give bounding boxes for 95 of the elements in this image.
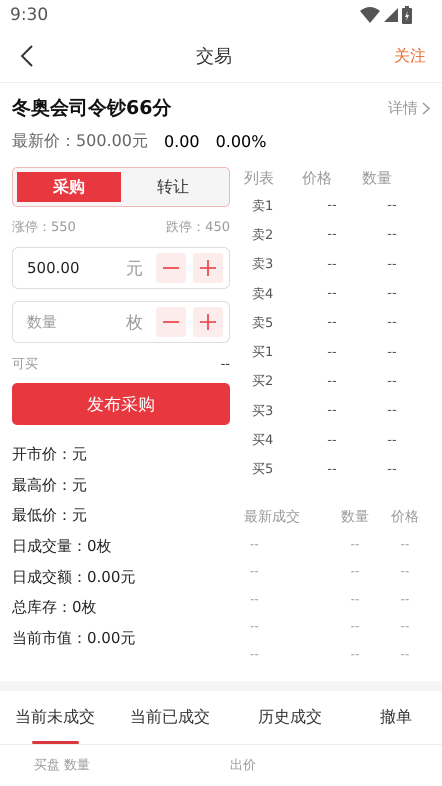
table-cell-text: -- bbox=[326, 286, 338, 302]
column-header: 价格 bbox=[302, 168, 333, 188]
column-header: 数量 bbox=[362, 168, 393, 188]
table-cell-text: -- bbox=[400, 536, 410, 551]
table-cell-text: -- bbox=[386, 432, 398, 448]
plus-icon bbox=[199, 313, 217, 331]
table-cell-text: -- bbox=[400, 619, 410, 634]
order-level: 卖3 bbox=[251, 256, 274, 274]
table-cell-text: -- bbox=[326, 374, 338, 389]
table-cell-text: -- bbox=[326, 227, 338, 242]
publish-button[interactable]: 发布采购 bbox=[12, 383, 230, 425]
limit-down-price: 跌停：450 bbox=[166, 219, 230, 236]
table-cell-text: -- bbox=[350, 564, 360, 578]
unit-label: 元 bbox=[126, 258, 143, 280]
tab[interactable]: 历史成交 bbox=[230, 691, 350, 744]
table-cell-text: -- bbox=[249, 619, 260, 634]
back-button[interactable] bbox=[20, 45, 34, 67]
order-level: 买5 bbox=[251, 461, 274, 478]
stat-text: 最低价：元 bbox=[12, 505, 88, 526]
table-cell-text: -- bbox=[249, 592, 260, 606]
table-cell-text: -- bbox=[326, 198, 338, 214]
quantity-input[interactable]: 数量 bbox=[25, 312, 126, 332]
table-cell-text: -- bbox=[249, 564, 260, 578]
order-level: 买1 bbox=[251, 344, 274, 362]
table-cell-text: -- bbox=[350, 619, 360, 634]
latest-price: 最新价：500.00元 bbox=[12, 130, 148, 152]
table-cell-text: -- bbox=[386, 374, 398, 389]
table-cell-text: -- bbox=[386, 403, 398, 418]
column-header: 价格 bbox=[390, 508, 420, 526]
order-level: 卖2 bbox=[251, 226, 274, 244]
column-header: 数量 bbox=[340, 508, 370, 526]
table-cell-text: -- bbox=[350, 646, 360, 661]
chevron-right-icon bbox=[422, 102, 430, 114]
table-cell-text: -- bbox=[386, 227, 398, 242]
table-cell-text: -- bbox=[400, 592, 410, 606]
stat-text: 开市价：元 bbox=[12, 444, 88, 465]
stat-text: 日成交额：0.00元 bbox=[12, 566, 136, 588]
page-title: 交易 bbox=[196, 45, 232, 68]
increase-button[interactable] bbox=[193, 253, 223, 283]
table-cell-text: -- bbox=[400, 564, 410, 578]
signal-icon bbox=[384, 8, 398, 22]
order-level: 卖1 bbox=[251, 198, 274, 215]
price-change: 0.00 bbox=[164, 132, 200, 150]
tab[interactable]: 撤单 bbox=[350, 691, 442, 744]
limit-up-price: 涨停：550 bbox=[12, 219, 76, 236]
stat-text: 最高价：元 bbox=[12, 474, 88, 496]
unit-label: 枚 bbox=[126, 312, 143, 334]
decrease-button[interactable] bbox=[156, 253, 186, 283]
order-level: 买4 bbox=[251, 432, 274, 450]
increase-button[interactable] bbox=[193, 307, 223, 337]
order-level: 卖4 bbox=[251, 286, 274, 303]
tab[interactable]: 当前已成交 bbox=[110, 691, 230, 744]
battery-icon bbox=[402, 6, 412, 24]
table-cell-text: -- bbox=[326, 462, 338, 477]
table-cell-text: -- bbox=[326, 403, 338, 418]
column-header: 买盘 bbox=[34, 757, 60, 774]
table-cell-text: -- bbox=[326, 432, 338, 448]
minus-icon bbox=[162, 267, 180, 269]
column-header: 列表 bbox=[244, 168, 275, 188]
table-cell-text: -- bbox=[386, 256, 398, 272]
product-name: 冬奥会司令钞66分 bbox=[12, 96, 172, 121]
stat-text: 日成交量：0枚 bbox=[12, 536, 113, 557]
table-cell-text: -- bbox=[400, 646, 410, 661]
stat-text: 当前市值：0.00元 bbox=[12, 628, 136, 649]
table-cell-text: -- bbox=[386, 315, 398, 330]
table-cell-text: -- bbox=[326, 315, 338, 330]
available-value: -- bbox=[220, 356, 230, 372]
mode-tab[interactable]: 采购 bbox=[17, 172, 121, 202]
price-input[interactable]: 500.00 bbox=[25, 258, 126, 278]
decrease-button[interactable] bbox=[156, 307, 186, 337]
table-cell-text: -- bbox=[350, 592, 360, 606]
column-header: 数量 bbox=[64, 757, 90, 774]
table-cell-text: -- bbox=[326, 344, 338, 360]
tab[interactable]: 当前未成交 bbox=[0, 691, 110, 744]
plus-icon bbox=[199, 259, 217, 277]
column-header: 最新成交 bbox=[244, 508, 301, 526]
wifi-icon bbox=[360, 7, 380, 23]
minus-icon bbox=[162, 321, 180, 323]
mode-tab[interactable]: 转让 bbox=[121, 172, 225, 202]
table-cell-text: -- bbox=[249, 646, 260, 661]
table-cell-text: -- bbox=[386, 198, 398, 214]
table-cell-text: -- bbox=[326, 256, 338, 272]
order-level: 卖5 bbox=[251, 314, 274, 332]
order-level: 买3 bbox=[251, 402, 274, 420]
table-cell-text: -- bbox=[386, 462, 398, 477]
column-header: 出价 bbox=[230, 757, 256, 774]
table-cell-text: -- bbox=[249, 536, 260, 551]
order-level: 买2 bbox=[251, 373, 274, 390]
table-cell-text: -- bbox=[386, 286, 398, 302]
stat-text: 总库存：0枚 bbox=[12, 597, 98, 618]
price-change-percent: 0.00% bbox=[216, 132, 266, 150]
status-time: 9:30 bbox=[10, 5, 48, 25]
table-cell-text: -- bbox=[386, 344, 398, 360]
table-cell-text: -- bbox=[350, 536, 360, 551]
available-label: 可买 bbox=[12, 356, 38, 373]
